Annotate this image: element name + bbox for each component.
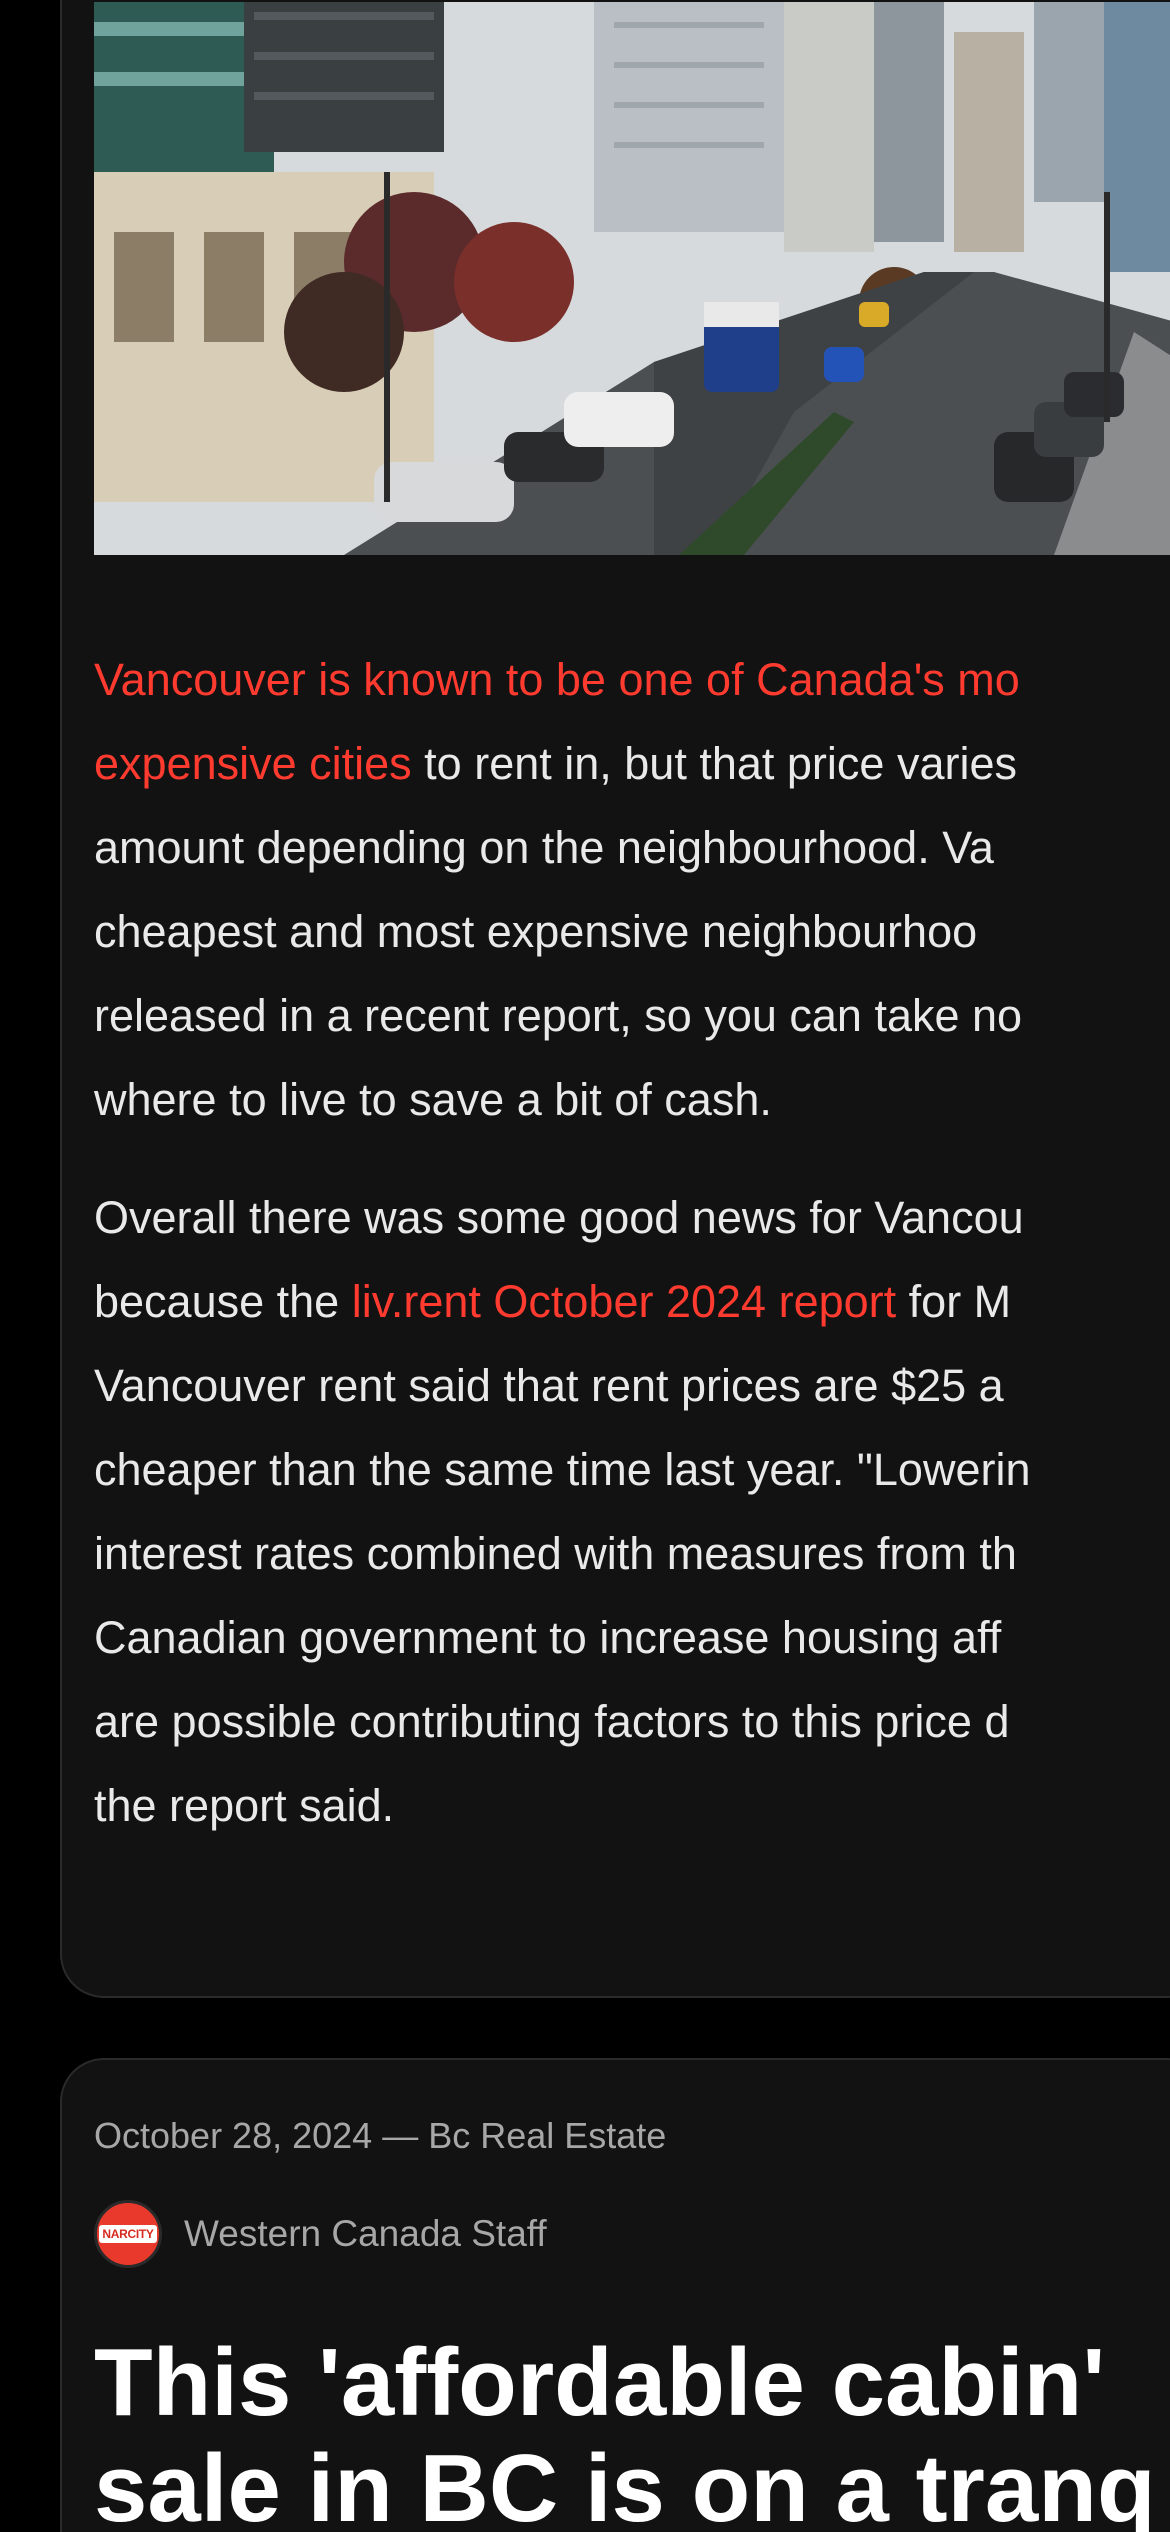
avatar: NARCITY bbox=[94, 2200, 162, 2268]
paragraph-line: released in a recent report, so you can … bbox=[94, 990, 1023, 1041]
paragraph-line: the report said. bbox=[94, 1780, 395, 1831]
author-row[interactable]: NARCITY Western Canada Staff bbox=[94, 2200, 547, 2268]
article-meta: October 28, 2024 — Bc Real Estate bbox=[94, 2115, 666, 2157]
page: Vancouver is known to be one of Canada's… bbox=[0, 0, 1170, 2532]
article-hero-image[interactable] bbox=[94, 2, 1170, 555]
paragraph-line: are possible contributing factors to thi… bbox=[94, 1696, 1010, 1747]
article-card[interactable]: October 28, 2024 — Bc Real Estate NARCIT… bbox=[60, 2058, 1170, 2532]
paragraph-line: Canadian government to increase housing … bbox=[94, 1612, 1002, 1663]
paragraph-line: where to live to save a bit of cash. bbox=[94, 1074, 772, 1125]
article-paragraph: Vancouver is known to be one of Canada's… bbox=[94, 638, 1170, 1142]
paragraph-line: expensive cities to rent in, but that pr… bbox=[94, 722, 1170, 806]
paragraph-text: because the bbox=[94, 1276, 352, 1327]
author-name[interactable]: Western Canada Staff bbox=[184, 2213, 547, 2255]
inline-link[interactable]: Vancouver is known to be one of Canada's… bbox=[94, 654, 1020, 705]
narcity-logo-icon: NARCITY bbox=[99, 2225, 157, 2243]
paragraph-line: Vancouver is known to be one of Canada's… bbox=[94, 638, 1170, 722]
headline-line: sale in BC is on a tranq bbox=[94, 2435, 1156, 2532]
paragraph-text: for M bbox=[896, 1276, 1012, 1327]
paragraph-line: interest rates combined with measures fr… bbox=[94, 1528, 1017, 1579]
paragraph-text: to rent in, but that price varies bbox=[411, 738, 1017, 789]
headline-line: This 'affordable cabin' bbox=[94, 2329, 1106, 2436]
meta-separator: — bbox=[372, 2115, 429, 2156]
article-date: October 28, 2024 bbox=[94, 2115, 373, 2156]
paragraph-line: cheapest and most expensive neighbourhoo bbox=[94, 906, 978, 957]
article-card: Vancouver is known to be one of Canada's… bbox=[60, 0, 1170, 1998]
report-link[interactable]: liv.rent October 2024 report bbox=[352, 1276, 896, 1327]
category-link[interactable]: Bc Real Estate bbox=[428, 2115, 666, 2156]
paragraph-line: because the liv.rent October 2024 report… bbox=[94, 1260, 1170, 1344]
expensive-cities-link[interactable]: expensive cities bbox=[94, 738, 412, 789]
paragraph-line: cheaper than the same time last year. "L… bbox=[94, 1444, 1031, 1495]
article-paragraph: Overall there was some good news for Van… bbox=[94, 1176, 1170, 1848]
paragraph-line: amount depending on the neighbourhood. V… bbox=[94, 822, 994, 873]
paragraph-line: Vancouver rent said that rent prices are… bbox=[94, 1360, 1004, 1411]
article-headline[interactable]: This 'affordable cabin' sale in BC is on… bbox=[94, 2330, 1156, 2532]
street-photo-illustration bbox=[94, 2, 1170, 555]
paragraph-line: Overall there was some good news for Van… bbox=[94, 1192, 1024, 1243]
